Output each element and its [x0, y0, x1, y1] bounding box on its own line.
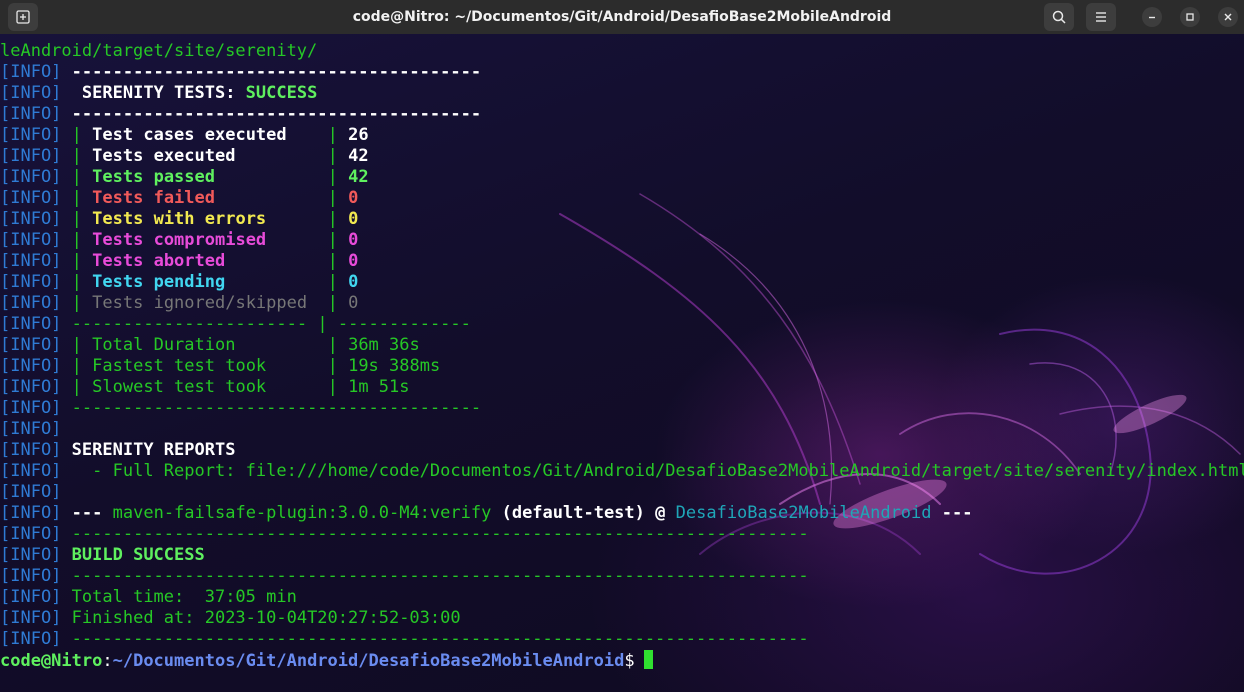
maximize-icon	[1186, 13, 1194, 21]
maven-plugin-line: [INFO] --- maven-failsafe-plugin:3.0.0-M…	[0, 503, 973, 523]
minimize-button[interactable]	[1142, 7, 1162, 27]
shell-prompt[interactable]: code@Nitro:~/Documentos/Git/Android/Desa…	[0, 650, 1244, 671]
terminal-output[interactable]: leAndroid/target/site/serenity/ [INFO] -…	[0, 34, 1244, 692]
search-button[interactable]	[1044, 3, 1074, 31]
terminal-window: code@Nitro: ~/Documentos/Git/Android/Des…	[0, 0, 1244, 692]
text-cursor	[643, 650, 653, 669]
output-line: [INFO] ---------------------------------…	[0, 104, 482, 124]
output-line: [INFO]	[0, 482, 62, 502]
output-line: [INFO]	[0, 419, 62, 439]
hamburger-menu-icon	[1096, 12, 1106, 22]
reports-heading: [INFO] SERENITY REPORTS	[0, 440, 236, 460]
finished-at: [INFO] Finished at: 2023-10-04T20:27:52-…	[0, 608, 461, 628]
result-row-tests-passed: [INFO] | Tests passed | 42	[0, 167, 369, 187]
output-line: [INFO] ---------------------------------…	[0, 398, 482, 418]
result-row-test-cases: [INFO] | Test cases executed | 26	[0, 125, 369, 145]
search-icon	[1052, 10, 1066, 24]
minimize-icon	[1149, 16, 1155, 19]
duration-row-total: [INFO] | Total Duration | 36m 36s	[0, 335, 420, 355]
result-row-tests-ignored: [INFO] | Tests ignored/skipped | 0	[0, 293, 359, 313]
menu-button[interactable]	[1086, 3, 1116, 31]
result-row-tests-executed: [INFO] | Tests executed | 42	[0, 146, 369, 166]
output-line: [INFO] ---------------------------------…	[0, 524, 809, 544]
output-line: [INFO] ---------------------------------…	[0, 566, 809, 586]
output-line: [INFO] ----------------------- | -------…	[0, 314, 471, 334]
output-line: [INFO] ---------------------------------…	[0, 629, 809, 649]
total-time: [INFO] Total time: 37:05 min	[0, 587, 297, 607]
result-row-tests-compromised: [INFO] | Tests compromised | 0	[0, 230, 359, 250]
title-bar: code@Nitro: ~/Documentos/Git/Android/Des…	[0, 0, 1244, 34]
output-line: leAndroid/target/site/serenity/	[0, 41, 318, 61]
close-button[interactable]	[1218, 7, 1238, 27]
output-line: [INFO] ---------------------------------…	[0, 62, 482, 82]
full-report-link[interactable]: [INFO] - Full Report: file:///home/code/…	[0, 461, 1244, 482]
close-icon	[1224, 13, 1232, 21]
result-row-tests-failed: [INFO] | Tests failed | 0	[0, 188, 359, 208]
duration-row-fastest: [INFO] | Fastest test took | 19s 388ms	[0, 356, 441, 376]
terminal-lines: leAndroid/target/site/serenity/ [INFO] -…	[0, 41, 1244, 671]
output-line: [INFO] SERENITY TESTS: SUCCESS	[0, 83, 318, 103]
result-row-tests-pending: [INFO] | Tests pending | 0	[0, 272, 359, 292]
build-success: [INFO] BUILD SUCCESS	[0, 545, 205, 565]
result-row-tests-aborted: [INFO] | Tests aborted | 0	[0, 251, 359, 271]
maximize-button[interactable]	[1180, 7, 1200, 27]
result-row-tests-with-errors: [INFO] | Tests with errors | 0	[0, 209, 359, 229]
duration-row-slowest: [INFO] | Slowest test took | 1m 51s	[0, 377, 410, 397]
